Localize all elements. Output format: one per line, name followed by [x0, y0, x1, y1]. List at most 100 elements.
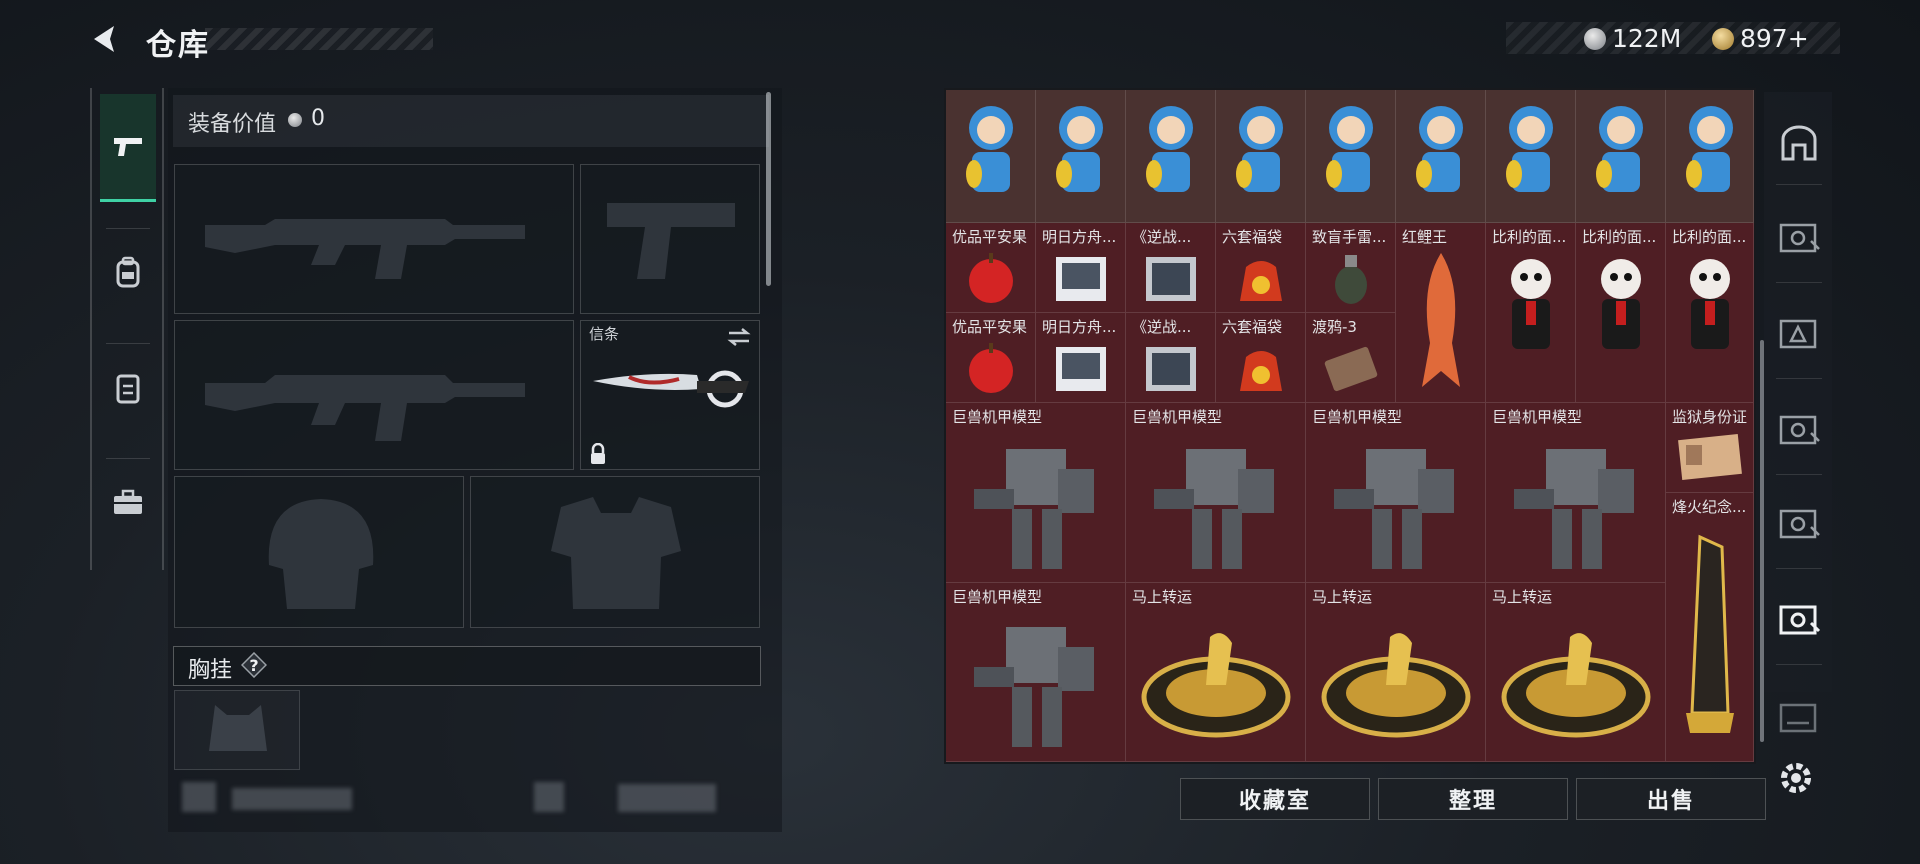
inventory-item-doll[interactable] — [1396, 90, 1486, 223]
inventory-item-apple[interactable]: 优品平安果 — [946, 313, 1036, 403]
melee-slot[interactable]: 信条 — [580, 320, 760, 470]
inventory-item-mech-model[interactable]: 巨兽机甲模型 — [1126, 403, 1306, 583]
page-title: 仓库 — [146, 28, 210, 63]
inventory-item-beacon-memorial[interactable]: 烽火纪念... — [1666, 493, 1754, 762]
card-icon — [1056, 347, 1106, 391]
backpack-icon — [116, 256, 140, 288]
apple-icon — [969, 253, 1013, 303]
blurred-area — [618, 784, 716, 812]
golden-horse-disc-icon — [1141, 633, 1291, 738]
chest-rig-slot[interactable] — [174, 690, 300, 770]
inventory-item-lucky-bag[interactable]: 六套福袋 — [1216, 313, 1306, 403]
inventory-item-card[interactable]: 明日方舟... — [1036, 223, 1126, 313]
puppet-figure-icon — [1601, 259, 1641, 349]
swap-icon[interactable] — [727, 327, 751, 347]
mech-robot-icon — [974, 449, 1094, 569]
gear-card-icon — [1779, 509, 1820, 539]
doll-figure-icon — [1236, 106, 1283, 192]
pistol-silhouette-icon — [607, 203, 735, 279]
collection-room-button[interactable]: 收藏室 — [1180, 778, 1370, 820]
inventory-item-mech-model[interactable]: 巨兽机甲模型 — [946, 403, 1126, 583]
knife-icon — [593, 370, 749, 408]
inventory-item-doll[interactable] — [1036, 90, 1126, 223]
rifle-silhouette-icon — [205, 219, 525, 279]
sell-button[interactable]: 出售 — [1576, 778, 1766, 820]
filter-collectibles[interactable] — [1772, 588, 1826, 646]
inventory-item-doll[interactable] — [1576, 90, 1666, 223]
card-icon — [1056, 257, 1106, 301]
gold-coin-icon — [1712, 27, 1734, 50]
inventory-item-fortune-wheel[interactable]: 马上转运 — [1306, 583, 1486, 762]
pistol-icon — [114, 137, 142, 156]
tab-armor[interactable] — [100, 218, 156, 326]
filter-tier-iii[interactable] — [1772, 302, 1826, 360]
filter-tier-iv-b[interactable] — [1772, 492, 1826, 550]
inventory-item-fortune-wheel[interactable]: 马上转运 — [1126, 583, 1306, 762]
puppet-figure-icon — [1511, 259, 1551, 349]
id-card-icon — [1678, 433, 1742, 481]
help-icon[interactable]: ? — [241, 652, 267, 678]
mech-robot-icon — [1154, 449, 1274, 569]
melee-slot-label: 信条 — [589, 325, 620, 343]
card-icon — [1146, 347, 1196, 391]
inventory-item-mech-model[interactable]: 巨兽机甲模型 — [1306, 403, 1486, 583]
inventory-item-grenade[interactable]: 致盲手雷... — [1306, 223, 1396, 313]
inventory-grid: 优品平安果 明日方舟... 《逆战... 六套福袋 致盲手雷... 红鲤王 比利… — [946, 90, 1754, 762]
primary-weapon-slot[interactable] — [174, 164, 574, 314]
tab-toolbox[interactable] — [100, 448, 156, 556]
chest-rig-label: 胸挂 — [188, 658, 233, 683]
inventory-item-apple[interactable]: 优品平安果 — [946, 223, 1036, 313]
helmet-slot[interactable] — [174, 476, 464, 628]
toolbox-icon — [114, 489, 142, 514]
filter-tier-iv-a[interactable] — [1772, 398, 1826, 456]
inventory-item-doll[interactable] — [1216, 90, 1306, 223]
inventory-item-card[interactable]: 《逆战... — [1126, 223, 1216, 313]
inventory-item-doll[interactable] — [1306, 90, 1396, 223]
equipment-value-label: 装备价值 — [188, 112, 277, 137]
inventory-item-billy-mask[interactable]: 比利的面... — [1666, 223, 1754, 403]
inventory-item-red-carp[interactable]: 红鲤王 — [1396, 223, 1486, 403]
card-icon — [1146, 257, 1196, 301]
inventory-item-doll[interactable] — [1666, 90, 1754, 223]
inventory-item-mech-model[interactable]: 巨兽机甲模型 — [946, 583, 1126, 762]
filter-tier-iv-c[interactable] — [1772, 686, 1826, 744]
inventory-item-doll[interactable] — [1486, 90, 1576, 223]
silver-currency: 122M — [1584, 24, 1681, 53]
filter-all[interactable] — [1772, 114, 1826, 172]
misc-card-icon — [1779, 703, 1817, 733]
doll-figure-icon — [966, 106, 1013, 192]
helmet-silhouette-icon — [268, 499, 374, 609]
secondary-rifle-slot[interactable] — [174, 320, 574, 470]
inventory-item-lucky-bag[interactable]: 六套福袋 — [1216, 223, 1306, 313]
sort-button[interactable]: 整理 — [1378, 778, 1568, 820]
cassette-icon — [1324, 346, 1378, 392]
inventory-item-billy-mask[interactable]: 比利的面... — [1576, 223, 1666, 403]
inventory-item-card[interactable]: 《逆战... — [1126, 313, 1216, 403]
doll-figure-icon — [1596, 106, 1643, 192]
mech-robot-icon — [1334, 449, 1454, 569]
body-armor-slot[interactable] — [470, 476, 760, 628]
secondary-weapon-slot[interactable] — [580, 164, 760, 314]
tab-weapons[interactable] — [100, 94, 156, 202]
tab-chest-rig[interactable] — [100, 334, 156, 442]
back-arrow-icon[interactable] — [88, 22, 122, 56]
inventory-item-doll[interactable] — [946, 90, 1036, 223]
inventory-item-mech-model[interactable]: 巨兽机甲模型 — [1486, 403, 1666, 583]
inventory-item-prison-id[interactable]: 监狱身份证 — [1666, 403, 1754, 493]
inventory-item-card[interactable]: 明日方舟... — [1036, 313, 1126, 403]
filter-tier-iv-weapons[interactable] — [1772, 206, 1826, 264]
settings-gear-icon[interactable] — [1776, 758, 1816, 798]
inventory-item-fortune-wheel[interactable]: 马上转运 — [1486, 583, 1666, 762]
inventory-item-billy-mask[interactable]: 比利的面... — [1486, 223, 1576, 403]
golden-pillar-icon — [1686, 534, 1734, 733]
golden-horse-disc-icon — [1321, 633, 1471, 738]
equipment-scrollbar[interactable] — [766, 92, 771, 286]
inventory-item-raven[interactable]: 渡鸦-3 — [1306, 313, 1396, 403]
mech-robot-icon — [1514, 449, 1634, 569]
lucky-bag-icon — [1240, 261, 1282, 301]
arch-gate-icon — [1781, 125, 1817, 161]
mech-robot-icon — [974, 627, 1094, 747]
rifle-silhouette-icon — [205, 375, 525, 441]
inventory-item-doll[interactable] — [1126, 90, 1216, 223]
silver-amount: 122M — [1612, 24, 1682, 53]
